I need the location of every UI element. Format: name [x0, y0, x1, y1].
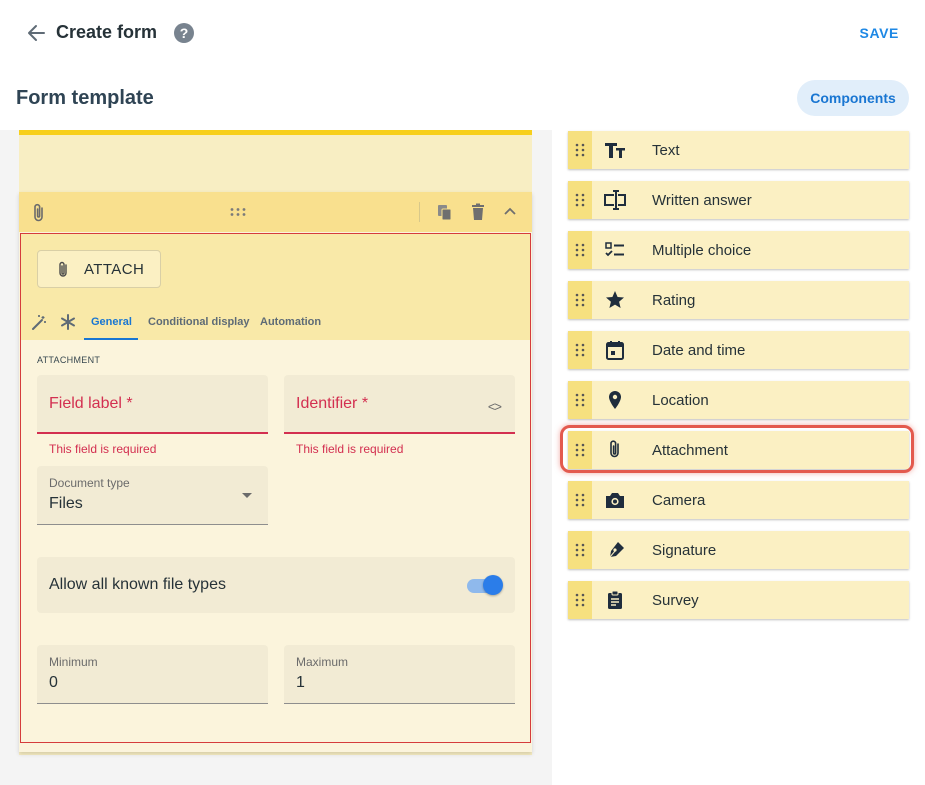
drag-handle-icon	[575, 143, 585, 157]
top-bar: Create form ? SAVE	[0, 0, 925, 66]
component-label: Multiple choice	[652, 242, 752, 259]
header-divider	[419, 202, 420, 222]
attachment-component-card[interactable]: ATTACH General Conditional display Autom…	[19, 192, 532, 752]
component-rating[interactable]: Rating	[568, 281, 909, 319]
paperclip-icon	[59, 261, 67, 277]
drag-handle-icon	[575, 443, 585, 457]
component-label: Date and time	[652, 342, 746, 359]
maximum-input[interactable]: Maximum 1	[284, 645, 515, 704]
component-location[interactable]: Location	[568, 381, 909, 419]
identifier-error: This field is required	[296, 442, 404, 456]
code-icon[interactable]: <>	[488, 399, 502, 414]
active-tab-indicator	[84, 338, 138, 340]
save-button[interactable]: SAVE	[860, 25, 900, 41]
drag-handle[interactable]	[568, 581, 592, 619]
allow-file-types-label: Allow all known file types	[49, 576, 226, 593]
drag-handle-icon	[575, 193, 585, 207]
attach-button[interactable]: ATTACH	[37, 250, 161, 288]
component-label: Attachment	[652, 442, 728, 459]
chevron-up-icon[interactable]	[501, 203, 519, 221]
drag-handle-icon	[575, 293, 585, 307]
document-type-select[interactable]: Document type Files	[37, 466, 268, 525]
magic-wand-icon[interactable]	[30, 314, 48, 332]
drag-handle-icon	[575, 493, 585, 507]
component-label: Rating	[652, 292, 696, 309]
checklist-icon	[605, 242, 624, 257]
allow-file-types-row: Allow all known file types	[37, 557, 515, 613]
paperclip-icon	[34, 203, 43, 222]
component-label: Signature	[652, 542, 717, 559]
component-label: Camera	[652, 492, 706, 509]
drag-handle[interactable]	[568, 231, 592, 269]
components-button[interactable]: Components	[797, 80, 909, 116]
camera-icon	[606, 493, 624, 508]
maximum-value: 1	[296, 674, 305, 691]
field-label-label: Field label *	[49, 395, 133, 412]
help-icon[interactable]: ?	[174, 23, 194, 43]
drag-handle[interactable]	[568, 281, 592, 319]
drag-handle[interactable]	[568, 531, 592, 569]
minimum-value: 0	[49, 674, 58, 691]
attach-label: ATTACH	[84, 261, 145, 278]
component-date-and-time[interactable]: Date and time	[568, 331, 909, 369]
tab-general[interactable]: General	[91, 316, 132, 328]
drag-handle[interactable]	[568, 431, 592, 469]
drag-handle-icon[interactable]	[229, 207, 247, 217]
page-title: Create form	[56, 22, 158, 42]
drag-handle[interactable]	[568, 131, 592, 169]
tab-conditional-display[interactable]: Conditional display	[148, 316, 249, 328]
component-label: Location	[652, 392, 709, 409]
identifier-input[interactable]: Identifier * <>	[284, 375, 515, 434]
field-label-error: This field is required	[49, 442, 157, 456]
dropdown-arrow-icon	[242, 493, 252, 498]
field-label-input[interactable]: Field label *	[37, 375, 268, 434]
star-icon	[606, 291, 624, 308]
component-label: Survey	[652, 592, 699, 609]
duplicate-icon[interactable]	[437, 204, 453, 221]
back-arrow-icon[interactable]	[22, 20, 50, 46]
component-survey[interactable]: Survey	[568, 581, 909, 619]
card-header	[19, 192, 532, 232]
drag-handle[interactable]	[568, 381, 592, 419]
card-body: ATTACH General Conditional display Autom…	[20, 233, 531, 743]
drag-handle[interactable]	[568, 481, 592, 519]
drag-handle-icon	[575, 343, 585, 357]
paperclip-icon	[610, 440, 619, 458]
drag-handle[interactable]	[568, 331, 592, 369]
component-written-answer[interactable]: Written answer	[568, 181, 909, 219]
maximum-label: Maximum	[296, 655, 349, 669]
component-attachment[interactable]: Attachment	[568, 431, 909, 469]
component-label: Text	[652, 142, 680, 159]
clipboard-icon	[608, 590, 622, 609]
drag-handle-icon	[575, 593, 585, 607]
calendar-icon	[606, 341, 624, 360]
component-multiple-choice[interactable]: Multiple choice	[568, 231, 909, 269]
document-type-value: Files	[49, 495, 83, 512]
drag-handle-icon	[575, 543, 585, 557]
form-page-accent	[19, 130, 532, 135]
pen-icon	[609, 542, 624, 558]
text-format-icon	[605, 143, 625, 158]
toggle-knob	[483, 575, 503, 595]
component-text[interactable]: Text	[568, 131, 909, 169]
drag-handle-icon	[575, 243, 585, 257]
drag-handle-icon	[575, 393, 585, 407]
document-type-label: Document type	[49, 476, 130, 490]
component-signature[interactable]: Signature	[568, 531, 909, 569]
identifier-label: Identifier *	[296, 395, 369, 412]
asterisk-icon[interactable]	[59, 313, 77, 331]
section-label: ATTACHMENT	[37, 355, 101, 365]
allow-file-types-toggle[interactable]	[467, 574, 503, 596]
minimum-label: Minimum	[49, 655, 98, 669]
location-pin-icon	[609, 391, 621, 409]
drag-handle[interactable]	[568, 181, 592, 219]
text-input-icon	[604, 190, 626, 210]
delete-icon[interactable]	[470, 203, 486, 221]
card-upper-area: ATTACH General Conditional display Autom…	[21, 234, 530, 340]
component-label: Written answer	[652, 192, 752, 209]
section-title: Form template	[16, 87, 154, 109]
minimum-input[interactable]: Minimum 0	[37, 645, 268, 704]
component-camera[interactable]: Camera	[568, 481, 909, 519]
tab-automation[interactable]: Automation	[260, 316, 321, 328]
